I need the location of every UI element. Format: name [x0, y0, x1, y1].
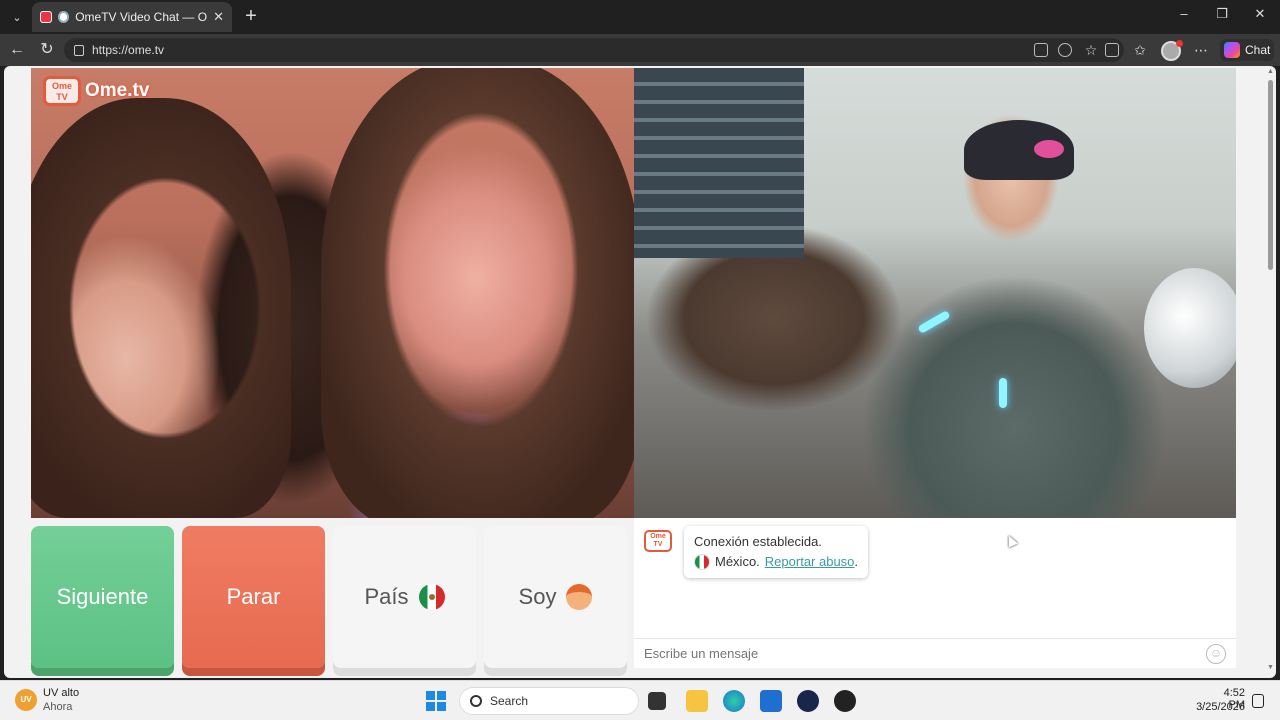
country-button-label: País: [364, 584, 409, 609]
gender-button[interactable]: Soy: [484, 526, 627, 668]
boy-emoji-icon: [566, 584, 593, 610]
country-name: México.: [715, 554, 760, 569]
headphone-light: [917, 310, 951, 334]
connection-status: Conexión establecida.: [694, 534, 822, 549]
page-scrollbar[interactable]: ▲ ▼: [1266, 66, 1276, 678]
browser-tab[interactable]: OmeTV Video Chat — Omegle ✕: [32, 2, 232, 32]
scroll-down-icon[interactable]: ▼: [1267, 664, 1274, 671]
app-available-icon[interactable]: [1034, 43, 1048, 57]
next-button[interactable]: Siguiente: [31, 526, 174, 668]
steam-icon[interactable]: [797, 690, 819, 712]
reload-icon[interactable]: ↻: [36, 39, 58, 61]
lock-icon: [74, 44, 84, 56]
headphone-light: [999, 378, 1007, 408]
taskbar-search[interactable]: Search: [459, 687, 639, 715]
next-button-label: Siguiente: [56, 584, 149, 609]
windows-taskbar: UV UV alto Ahora Search 4:52 PM 3/25/202…: [0, 680, 1280, 720]
store-icon[interactable]: [760, 690, 782, 712]
report-suffix: .: [854, 554, 859, 569]
tv-logo-icon: Ome TV: [43, 76, 81, 106]
weather-subtitle[interactable]: Ahora: [43, 701, 72, 713]
task-view-icon[interactable]: [648, 692, 666, 710]
edge-browser-icon[interactable]: [723, 690, 745, 712]
chat-panel: Ome TV Conexión establecida. México. Rep…: [634, 518, 1236, 668]
helmet: [1144, 268, 1236, 388]
minimize-icon[interactable]: –: [1172, 6, 1196, 26]
tab-favicon-icon: [40, 11, 52, 23]
country-button[interactable]: País: [333, 526, 476, 668]
back-arrow-icon[interactable]: ←: [6, 39, 28, 61]
more-menu-icon[interactable]: ⋯: [1192, 41, 1210, 59]
country-line: México. Reportar abuso.: [694, 552, 858, 572]
copilot-icon: [1224, 42, 1240, 58]
browser-toolbar: ← ↻ https://ome.tv ☆ ✩ ⋯ Chat: [0, 34, 1280, 66]
scroll-up-icon[interactable]: ▲: [1267, 68, 1274, 75]
report-abuse-link[interactable]: Reportar abuso: [765, 554, 855, 569]
notification-bell-icon[interactable]: [1252, 694, 1264, 708]
tab-close-icon[interactable]: ✕: [213, 9, 224, 25]
self-video: [634, 68, 1236, 518]
clock-date[interactable]: 3/25/2026: [1195, 701, 1245, 713]
system-message: Conexión establecida. México. Reportar a…: [684, 526, 869, 578]
tab-title: OmeTV Video Chat — Omegle: [75, 10, 208, 24]
app-icon[interactable]: [834, 690, 856, 712]
windows-start-icon[interactable]: [426, 691, 446, 711]
browser-title-bar: ⌄ OmeTV Video Chat — Omegle ✕ + – ❐ ✕: [0, 0, 1280, 34]
uv-weather-icon[interactable]: UV: [15, 689, 37, 711]
emoji-smiley-icon[interactable]: ☺: [1206, 644, 1226, 664]
favorites-icon[interactable]: ✩: [1131, 41, 1149, 59]
search-label: Search: [490, 694, 529, 708]
ometv-chat-logo-icon: Ome TV: [644, 530, 672, 552]
search-icon: [470, 695, 482, 707]
url-text[interactable]: https://ome.tv: [92, 43, 164, 57]
logo-text: Ome.tv: [85, 80, 150, 101]
mexico-flag-icon: [418, 584, 445, 610]
chat-button-label: Chat: [1245, 43, 1271, 57]
stranger-video: Ome TV Ome.tv: [31, 68, 634, 518]
stop-button[interactable]: Parar: [182, 526, 325, 668]
page-content: Ome TV Ome.tv Siguiente Parar País Soy O…: [4, 66, 1276, 678]
copilot-chat-button[interactable]: Chat: [1220, 39, 1274, 61]
stop-button-label: Parar: [226, 584, 281, 609]
video-shape: [31, 98, 291, 518]
close-window-icon[interactable]: ✕: [1248, 6, 1272, 26]
cap-logo: [1034, 140, 1064, 158]
gender-button-label: Soy: [518, 584, 557, 609]
profile-notification-dot: [1176, 40, 1183, 47]
message-input[interactable]: [634, 638, 1236, 668]
address-bar[interactable]: https://ome.tv: [64, 38, 1124, 62]
file-explorer-icon[interactable]: [686, 690, 708, 712]
maximize-icon[interactable]: ❐: [1210, 6, 1234, 26]
favorite-star-icon[interactable]: ☆: [1082, 41, 1100, 59]
tab-media-icon: [57, 11, 70, 23]
mexico-flag-icon: [694, 554, 710, 570]
split-screen-icon[interactable]: [1105, 43, 1119, 57]
new-tab-plus-icon[interactable]: +: [240, 6, 262, 28]
ometv-logo[interactable]: Ome TV Ome.tv: [43, 76, 149, 106]
tab-actions-chevron-icon[interactable]: ⌄: [6, 6, 28, 28]
video-shape: [321, 68, 634, 518]
window-blind: [634, 68, 804, 258]
scrollbar-thumb[interactable]: [1268, 80, 1273, 270]
reader-icon[interactable]: [1058, 43, 1072, 57]
weather-title[interactable]: UV alto: [43, 687, 79, 699]
